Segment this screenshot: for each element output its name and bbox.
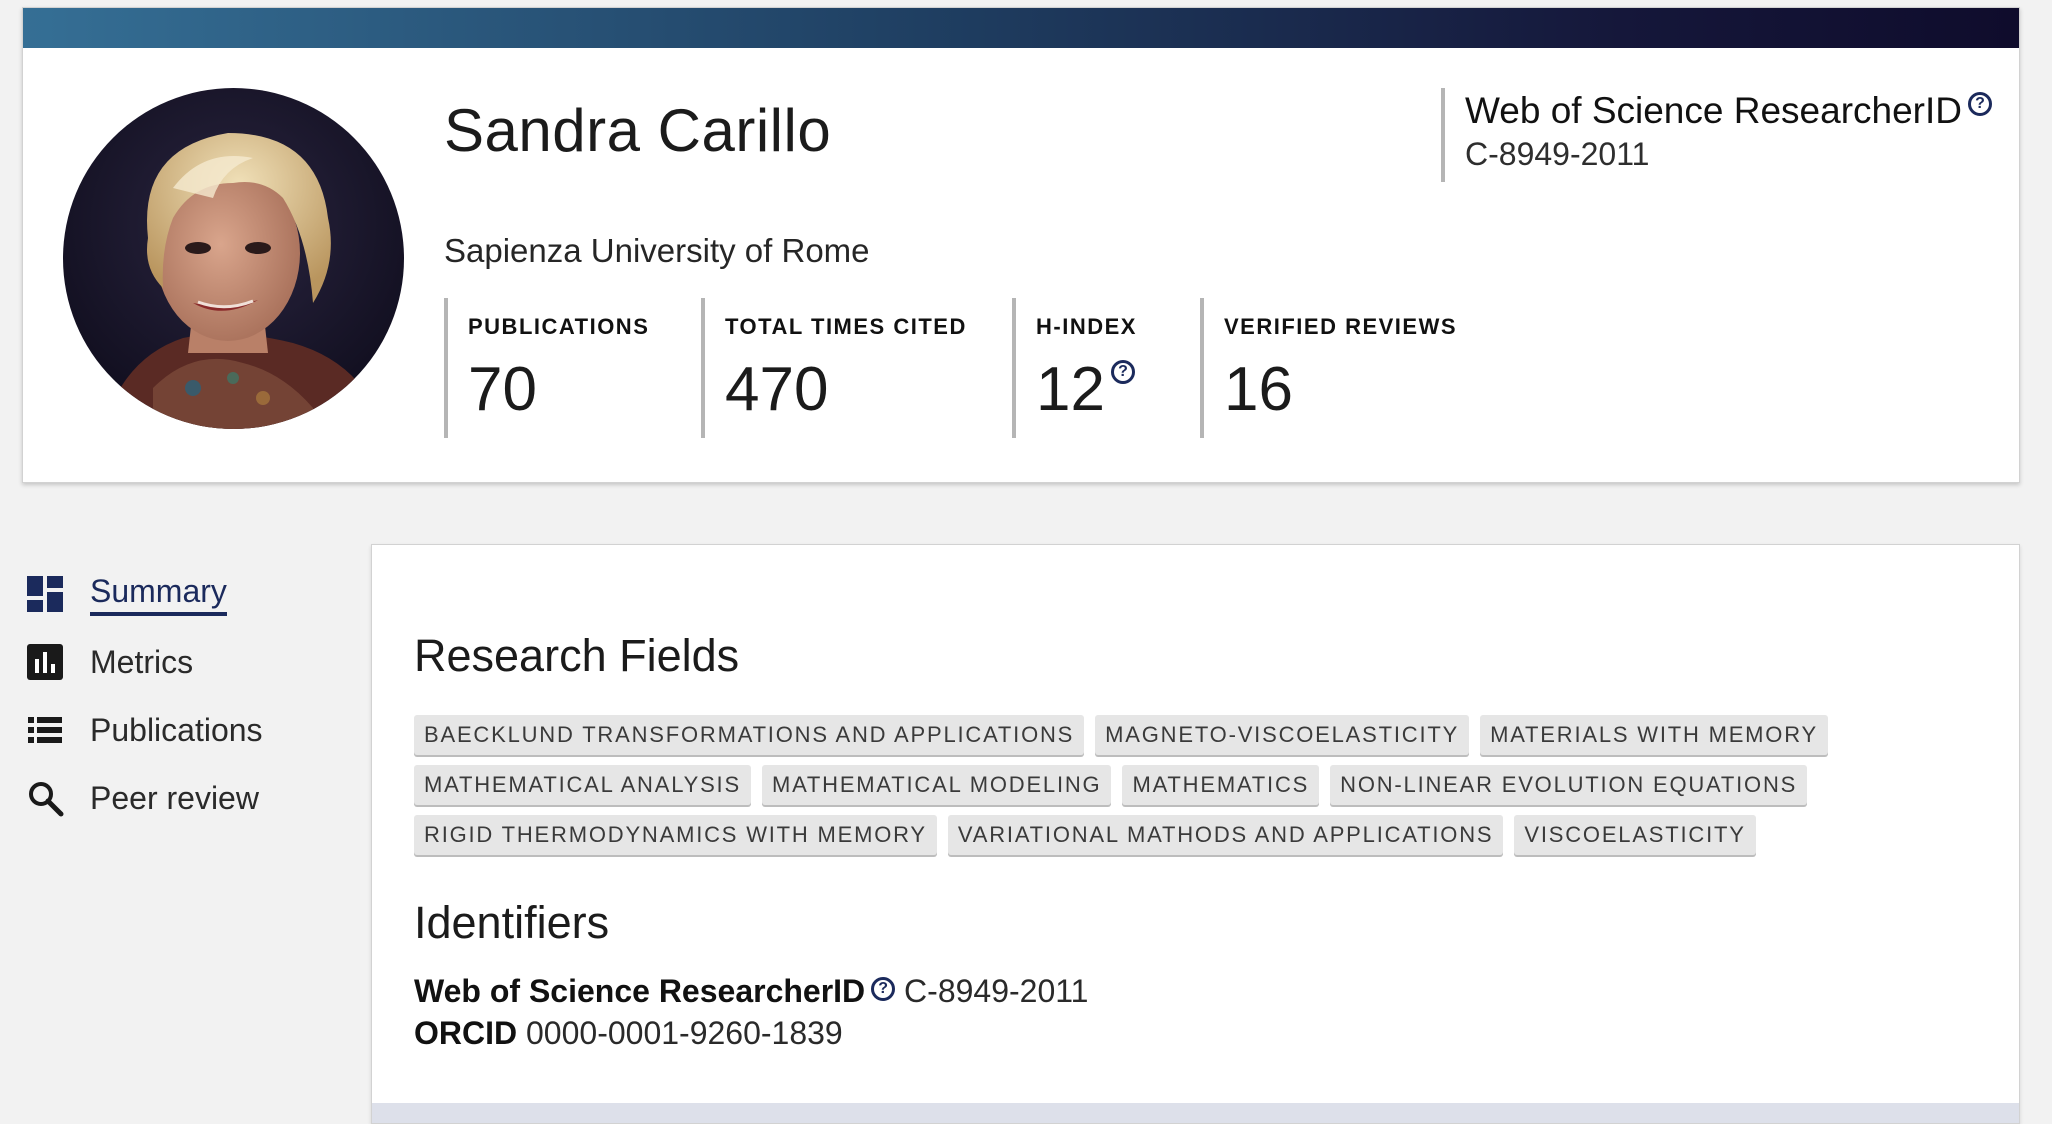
help-icon[interactable]: ?: [1968, 92, 1992, 116]
sidebar-item-publications[interactable]: Publications: [26, 696, 346, 764]
sidebar-item-label: Publications: [90, 711, 263, 748]
research-field-chip[interactable]: VARIATIONAL MATHODS AND APPLICATIONS: [947, 815, 1504, 855]
research-fields-chips: BAECKLUND TRANSFORMATIONS AND APPLICATIO…: [414, 715, 1974, 865]
metric-value: 470: [725, 355, 829, 424]
sidebar-nav: Summary Metrics Publications Peer review: [26, 560, 346, 832]
bottom-strip: [372, 1103, 2019, 1123]
metric-label: PUBLICATIONS: [468, 314, 650, 339]
metric-value: 12: [1036, 355, 1105, 424]
sidebar-item-label: Peer review: [90, 779, 259, 816]
identifier-wos: Web of Science ResearcherID? C-8949-2011: [414, 973, 1088, 1010]
research-field-chip[interactable]: BAECKLUND TRANSFORMATIONS AND APPLICATIO…: [414, 715, 1085, 755]
identifier-wos-label: Web of Science ResearcherID: [414, 973, 866, 1009]
help-icon[interactable]: ?: [871, 977, 896, 1001]
sidebar-item-label: Metrics: [90, 643, 194, 680]
sidebar-item-label: Summary: [90, 573, 227, 616]
list-icon: [28, 717, 62, 743]
metric-value-row: 12?: [1036, 354, 1137, 425]
avatar: [63, 88, 404, 429]
header-gradient-bar: [23, 8, 2019, 48]
chip-row: BAECKLUND TRANSFORMATIONS AND APPLICATIO…: [414, 715, 1974, 765]
metric-label: VERIFIED REVIEWS: [1224, 314, 1458, 339]
avatar-photo: [63, 88, 404, 429]
research-field-chip[interactable]: MATERIALS WITH MEMORY: [1480, 715, 1828, 755]
bar-chart-icon: [27, 644, 63, 680]
sidebar-item-metrics[interactable]: Metrics: [26, 628, 346, 696]
research-field-chip[interactable]: MATHEMATICAL MODELING: [761, 765, 1112, 805]
sidebar-item-summary[interactable]: Summary: [26, 560, 346, 628]
dashboard-icon: [27, 576, 63, 612]
identifier-orcid-value: 0000-0001-9260-1839: [526, 1015, 843, 1051]
metric-label: TOTAL TIMES CITED: [725, 314, 967, 339]
identifier-orcid-label: ORCID: [414, 1015, 518, 1051]
researcher-id-label: Web of Science ResearcherID: [1465, 90, 1962, 131]
affiliation: Sapienza University of Rome: [444, 232, 870, 269]
research-field-chip[interactable]: NON-LINEAR EVOLUTION EQUATIONS: [1330, 765, 1808, 805]
metric-total-times-cited[interactable]: TOTAL TIMES CITED 470: [701, 298, 967, 438]
summary-content-card: Research Fields BAECKLUND TRANSFORMATION…: [371, 544, 2020, 1124]
search-icon: [29, 782, 64, 817]
sidebar-item-peer-review[interactable]: Peer review: [26, 764, 346, 832]
help-icon[interactable]: ?: [1110, 360, 1135, 384]
metric-value: 70: [468, 355, 537, 424]
chip-row: MATHEMATICAL ANALYSIS MATHEMATICAL MODEL…: [414, 765, 1974, 815]
metric-h-index[interactable]: H-INDEX 12?: [1012, 298, 1137, 438]
identifiers-title: Identifiers: [414, 897, 610, 948]
researcher-id-box: Web of Science ResearcherID? C-8949-2011: [1441, 88, 1992, 182]
research-fields-title: Research Fields: [414, 630, 740, 681]
research-field-chip[interactable]: VISCOELASTICITY: [1514, 815, 1756, 855]
research-field-chip[interactable]: MATHEMATICS: [1122, 765, 1320, 805]
metric-label: H-INDEX: [1036, 314, 1137, 339]
researcher-id-title: Web of Science ResearcherID?: [1465, 88, 1992, 134]
identifier-orcid: ORCID 0000-0001-9260-1839: [414, 1015, 843, 1052]
metric-verified-reviews[interactable]: VERIFIED REVIEWS 16: [1200, 298, 1457, 438]
research-field-chip[interactable]: MAGNETO-VISCOELASTICITY: [1095, 715, 1470, 755]
research-field-chip[interactable]: MATHEMATICAL ANALYSIS: [414, 765, 751, 805]
chip-row: RIGID THERMODYNAMICS WITH MEMORY VARIATI…: [414, 815, 1974, 865]
profile-header-card: Sandra Carillo Sapienza University of Ro…: [22, 7, 2020, 483]
researcher-name: Sandra Carillo: [444, 97, 832, 164]
metric-publications[interactable]: PUBLICATIONS 70: [444, 298, 649, 438]
researcher-id-value: C-8949-2011: [1465, 136, 1650, 172]
research-field-chip[interactable]: RIGID THERMODYNAMICS WITH MEMORY: [414, 815, 937, 855]
metric-value: 16: [1224, 355, 1293, 424]
identifier-wos-value: C-8949-2011: [904, 973, 1089, 1009]
